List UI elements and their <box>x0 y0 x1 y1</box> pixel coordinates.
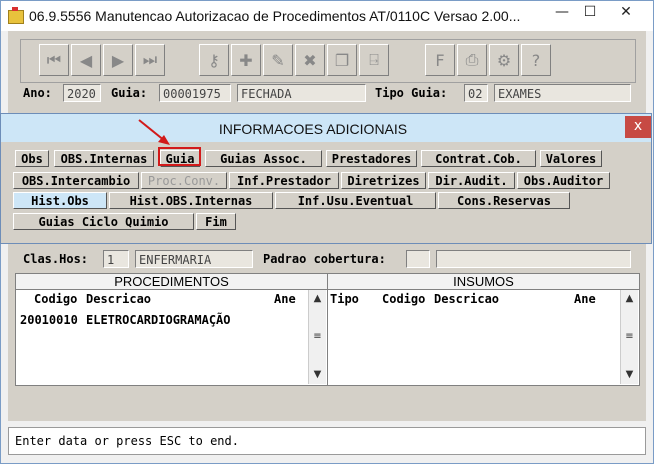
scroll-thumb-icon[interactable]: ≡ <box>309 328 326 345</box>
status-bar: Enter data or press ESC to end. <box>8 427 646 455</box>
btn-valores[interactable]: Valores <box>540 150 602 167</box>
dialog-close-button[interactable]: x <box>625 116 651 138</box>
edit-record-icon[interactable]: ✎ <box>263 44 293 76</box>
tools-icon[interactable]: ⚙ <box>489 44 519 76</box>
procedimentos-panel: PROCEDIMENTOS Codigo Descricao Ane 20010… <box>15 273 328 386</box>
proc-col-ane: Ane <box>274 292 296 306</box>
btn-dir-audit[interactable]: Dir.Audit. <box>428 172 515 189</box>
btn-inf-usu-eventual[interactable]: Inf.Usu.Eventual <box>275 192 436 209</box>
btn-guias-ciclo-quimio[interactable]: Guias Ciclo Quimio <box>13 213 194 230</box>
proc-col-codigo: Codigo <box>34 292 78 306</box>
highlight-box <box>158 147 201 166</box>
first-record-icon[interactable]: ⏮ <box>39 44 69 76</box>
ins-col-descricao: Descricao <box>434 292 500 306</box>
copy-record-icon[interactable]: ❐ <box>327 44 357 76</box>
scroll-up-icon[interactable]: ▲ <box>309 290 326 307</box>
padrao-cobertura-label: Padrao cobertura: <box>263 252 386 266</box>
maximize-button[interactable]: ☐ <box>577 3 603 23</box>
btn-obs[interactable]: Obs <box>15 150 49 167</box>
tipo-guia-field: EXAMES <box>494 84 631 102</box>
dialog-title: INFORMACOES ADICIONAIS <box>218 121 408 137</box>
clas-hos-code-field[interactable]: 1 <box>103 250 129 268</box>
scroll-thumb-icon[interactable]: ≡ <box>621 328 638 345</box>
exit-door-icon[interactable]: ⍈ <box>359 44 389 76</box>
btn-prestadores[interactable]: Prestadores <box>326 150 417 167</box>
btn-inf-prestador[interactable]: Inf.Prestador <box>229 172 339 189</box>
procedimentos-scrollbar[interactable]: ▲ ≡ ▼ <box>308 290 326 384</box>
insumos-title: INSUMOS <box>328 274 639 290</box>
tipo-guia-code-field[interactable]: 02 <box>464 84 488 102</box>
proc-col-descricao: Descricao <box>86 292 152 306</box>
delete-record-icon[interactable]: ✖ <box>295 44 325 76</box>
clas-hos-label: Clas.Hos: <box>23 252 89 266</box>
app-icon <box>8 7 24 24</box>
ins-col-codigo: Codigo <box>382 292 426 306</box>
add-record-icon[interactable]: ✚ <box>231 44 261 76</box>
procedimentos-title: PROCEDIMENTOS <box>16 274 327 290</box>
ano-field[interactable]: 2020 <box>63 84 101 102</box>
btn-fim[interactable]: Fim <box>196 213 236 230</box>
btn-obs-auditor[interactable]: Obs.Auditor <box>517 172 610 189</box>
ano-label: Ano: <box>23 86 52 100</box>
btn-obs-intercambio[interactable]: OBS.Intercambio <box>13 172 139 189</box>
btn-cons-reservas[interactable]: Cons.Reservas <box>438 192 570 209</box>
btn-diretrizes[interactable]: Diretrizes <box>341 172 426 189</box>
btn-proc-conv: Proc.Conv. <box>141 172 227 189</box>
help-icon[interactable]: ? <box>521 44 551 76</box>
title-bar: 06.9.5556 Manutencao Autorizacao de Proc… <box>1 1 653 31</box>
ins-col-tipo: Tipo <box>330 292 359 306</box>
btn-obs-internas[interactable]: OBS.Internas <box>54 150 154 167</box>
tipo-guia-label: Tipo Guia: <box>375 86 448 100</box>
next-record-icon[interactable]: ▶ <box>103 44 133 76</box>
scroll-down-icon[interactable]: ▼ <box>621 366 638 383</box>
btn-hist-obs[interactable]: Hist.Obs <box>13 192 107 209</box>
guia-field[interactable]: 00001975 <box>159 84 231 102</box>
window-title: 06.9.5556 Manutencao Autorizacao de Proc… <box>29 8 521 24</box>
padrao-cobertura-field[interactable] <box>406 250 430 268</box>
close-button[interactable]: ✕ <box>613 3 639 23</box>
insumos-panel: INSUMOS Tipo Codigo Descricao Ane ▲ ≡ ▼ <box>327 273 640 386</box>
last-record-icon[interactable]: ⏭ <box>135 44 165 76</box>
minimize-button[interactable]: — <box>549 3 575 23</box>
function-icon[interactable]: F <box>425 44 455 76</box>
prev-record-icon[interactable]: ◀ <box>71 44 101 76</box>
insumos-scrollbar[interactable]: ▲ ≡ ▼ <box>620 290 638 384</box>
btn-guias-assoc[interactable]: Guias Assoc. <box>205 150 322 167</box>
toolbar: ⏮ ◀ ▶ ⏭ ⚷ ✚ ✎ ✖ ❐ ⍈ F ⎙ ⚙ ? <box>20 39 636 83</box>
scroll-down-icon[interactable]: ▼ <box>309 366 326 383</box>
search-key-icon[interactable]: ⚷ <box>199 44 229 76</box>
padrao-cobertura-desc-field <box>436 250 631 268</box>
print-icon[interactable]: ⎙ <box>457 44 487 76</box>
btn-contrat-cob[interactable]: Contrat.Cob. <box>421 150 536 167</box>
ins-col-ane: Ane <box>574 292 596 306</box>
scroll-up-icon[interactable]: ▲ <box>621 290 638 307</box>
proc-row-descricao[interactable]: ELETROCARDIOGRAMAÇÃO <box>86 313 231 327</box>
proc-row-codigo[interactable]: 20010010 <box>20 313 78 327</box>
clas-hos-field: ENFERMARIA <box>135 250 253 268</box>
dialog-title-bar: INFORMACOES ADICIONAIS x <box>1 114 651 142</box>
btn-hist-obs-internas[interactable]: Hist.OBS.Internas <box>109 192 273 209</box>
guia-status-field: FECHADA <box>237 84 366 102</box>
guia-label: Guia: <box>111 86 148 100</box>
